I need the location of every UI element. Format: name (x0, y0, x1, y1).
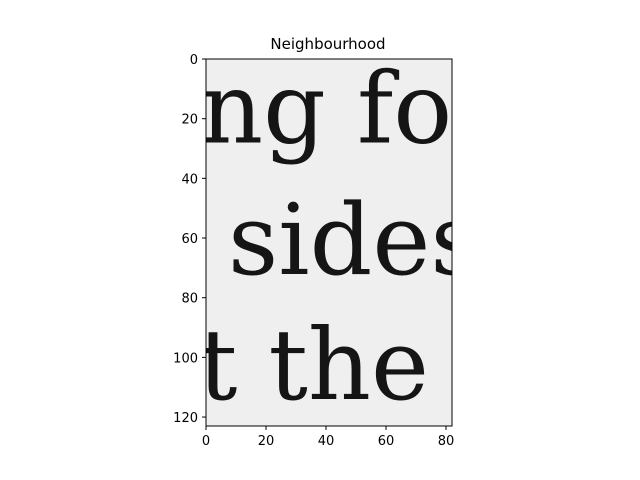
x-tick-label: 0 (202, 434, 210, 449)
figure-canvas: Neighbourhood ng forsidest the 0 20 40 60 80… (0, 0, 640, 480)
x-tick-label: 20 (258, 434, 275, 449)
image-text-line: t the (198, 309, 429, 423)
y-tick-label: 40 (181, 172, 198, 187)
y-tick-label: 60 (181, 232, 198, 247)
y-tick-label: 100 (173, 351, 198, 366)
y-tick-label: 120 (173, 411, 198, 426)
y-tick-label: 80 (181, 292, 198, 307)
figure-title: Neighbourhood (270, 35, 385, 53)
image-text-line: sides (228, 184, 481, 298)
y-tick-label: 20 (181, 113, 198, 128)
x-tick-label: 60 (378, 434, 395, 449)
y-tick-label: 0 (190, 53, 198, 68)
x-tick-label: 80 (438, 434, 455, 449)
x-tick-label: 40 (318, 434, 335, 449)
